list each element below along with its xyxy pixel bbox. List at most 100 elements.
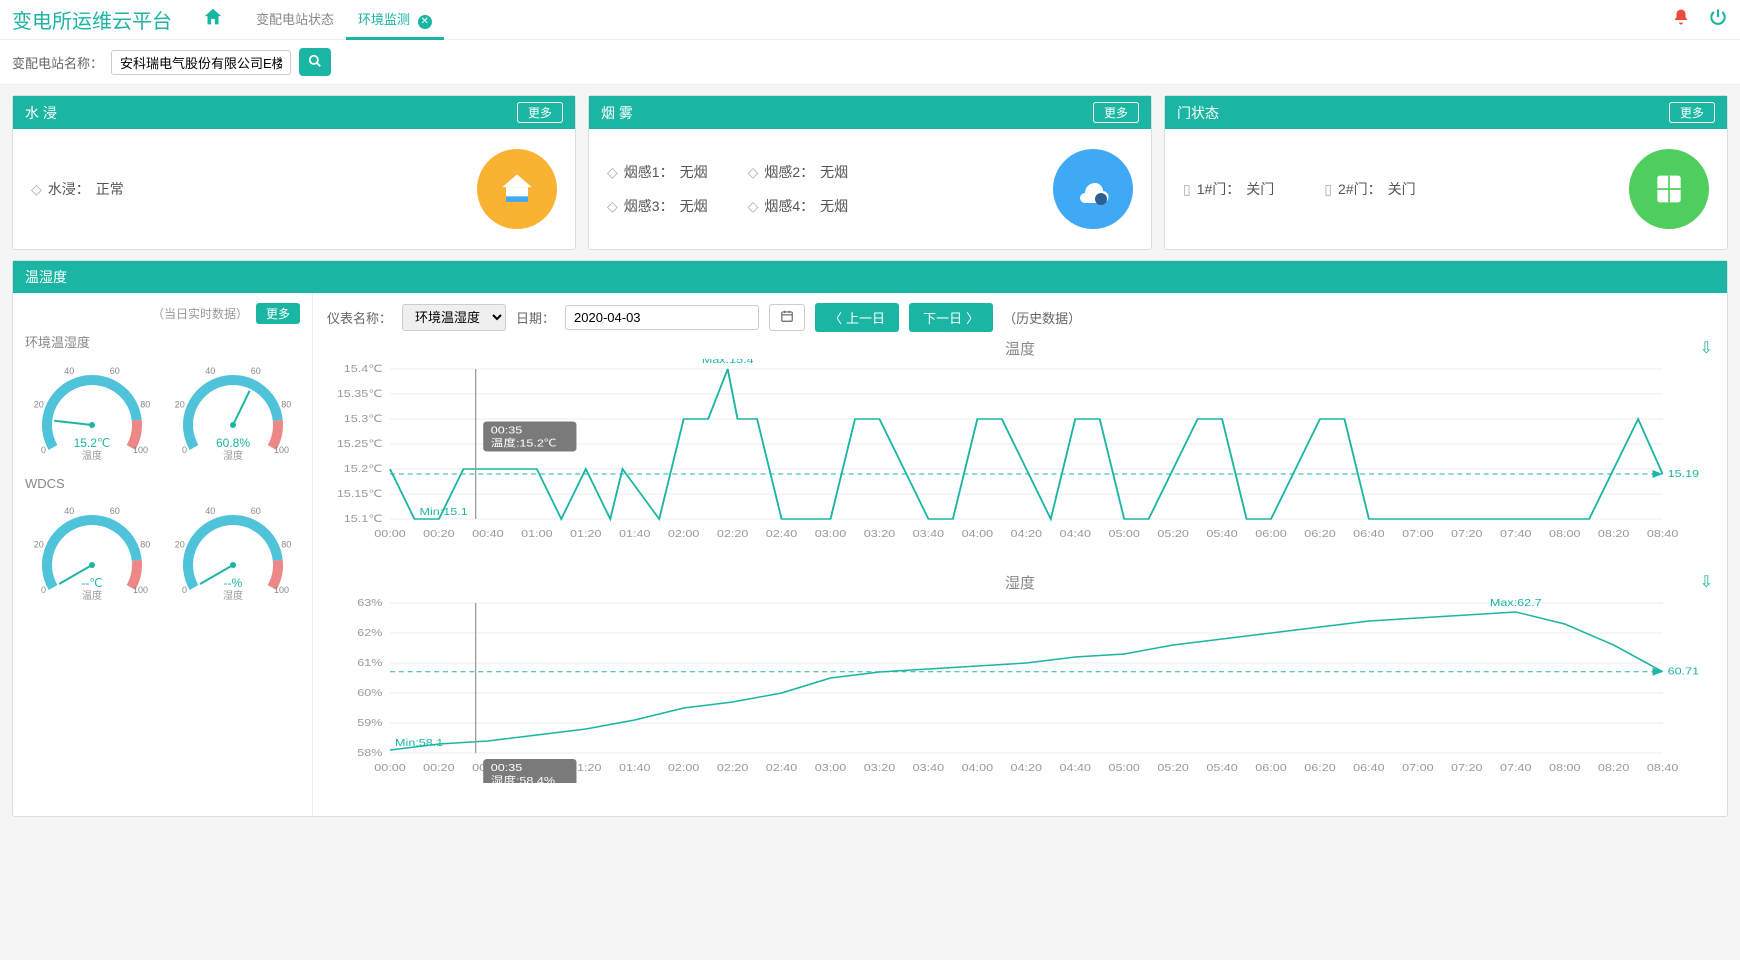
tab-env-monitor[interactable]: 环境监测 ✕ bbox=[346, 0, 444, 40]
svg-text:15.19: 15.19 bbox=[1668, 469, 1700, 480]
svg-text:01:00: 01:00 bbox=[521, 529, 553, 540]
card-door-header: 门状态 更多 bbox=[1165, 96, 1727, 129]
svg-text:--℃: --℃ bbox=[81, 576, 102, 590]
svg-text:59%: 59% bbox=[357, 718, 382, 729]
close-icon[interactable]: ✕ bbox=[418, 15, 432, 29]
humidity-chart-svg[interactable]: 58%59%60%61%62%63%00:0000:2000:4001:0001… bbox=[327, 593, 1713, 783]
svg-text:60.71: 60.71 bbox=[1668, 667, 1700, 678]
svg-text:100: 100 bbox=[274, 445, 289, 455]
top-bar: 变电所运维云平台 变配电站状态 环境监测 ✕ bbox=[0, 0, 1740, 40]
temperature-chart-title: 温度 bbox=[327, 338, 1713, 359]
chevron-right-icon: 〉 bbox=[966, 308, 979, 327]
svg-text:05:20: 05:20 bbox=[1157, 529, 1189, 540]
gauge-more-button[interactable]: 更多 bbox=[256, 303, 300, 324]
door-more-button[interactable]: 更多 bbox=[1669, 102, 1715, 123]
svg-text:15.3℃: 15.3℃ bbox=[344, 414, 383, 425]
svg-text:00:35: 00:35 bbox=[491, 426, 523, 437]
fire-icon: ◇ bbox=[748, 198, 759, 215]
water-more-button[interactable]: 更多 bbox=[517, 102, 563, 123]
smoke-item-2: ◇烟感2：无烟 bbox=[748, 162, 849, 182]
card-door-title: 门状态 bbox=[1177, 103, 1219, 123]
gauge-temperature: 020406080100 --℃ 温度 bbox=[25, 495, 159, 608]
bell-icon[interactable] bbox=[1672, 7, 1690, 33]
realtime-hint: （当日实时数据） bbox=[152, 305, 248, 322]
svg-text:20: 20 bbox=[33, 400, 43, 410]
svg-text:60: 60 bbox=[110, 366, 120, 376]
app-title: 变电所运维云平台 bbox=[12, 5, 172, 34]
date-input[interactable] bbox=[565, 305, 759, 330]
svg-text:04:20: 04:20 bbox=[1011, 529, 1043, 540]
humidity-chart: 湿度 ⇩ 58%59%60%61%62%63%00:0000:2000:4001… bbox=[327, 572, 1713, 786]
svg-text:60: 60 bbox=[110, 506, 120, 516]
card-water-header: 水 浸 更多 bbox=[13, 96, 575, 129]
svg-text:04:40: 04:40 bbox=[1059, 529, 1091, 540]
svg-text:06:20: 06:20 bbox=[1304, 763, 1336, 774]
temperature-chart: 温度 ⇩ 15.1℃15.15℃15.2℃15.25℃15.3℃15.35℃15… bbox=[327, 338, 1713, 552]
panel-temp-humid: 温湿度 （当日实时数据） 更多 环境温湿度 020406080100 15.2℃… bbox=[12, 260, 1728, 817]
svg-text:08:40: 08:40 bbox=[1647, 529, 1679, 540]
svg-text:06:00: 06:00 bbox=[1255, 529, 1287, 540]
svg-text:00:00: 00:00 bbox=[374, 529, 406, 540]
svg-text:00:20: 00:20 bbox=[423, 529, 455, 540]
svg-text:温度: 温度 bbox=[82, 589, 102, 602]
card-water-title: 水 浸 bbox=[25, 103, 57, 123]
svg-text:08:20: 08:20 bbox=[1598, 529, 1630, 540]
calendar-icon bbox=[780, 309, 794, 323]
svg-text:05:40: 05:40 bbox=[1206, 763, 1238, 774]
smoke-more-button[interactable]: 更多 bbox=[1093, 102, 1139, 123]
download-icon[interactable]: ⇩ bbox=[1700, 572, 1713, 592]
meter-select[interactable]: 环境温湿度 bbox=[402, 304, 506, 331]
gauge-column: （当日实时数据） 更多 环境温湿度 020406080100 15.2℃ 温度 … bbox=[13, 293, 313, 816]
door-big-icon bbox=[1629, 149, 1709, 229]
card-smoke-header: 烟 雾 更多 bbox=[589, 96, 1151, 129]
svg-text:03:20: 03:20 bbox=[864, 763, 896, 774]
svg-text:07:20: 07:20 bbox=[1451, 763, 1483, 774]
prev-day-button[interactable]: 〈上一日 bbox=[815, 303, 899, 332]
svg-text:15.15℃: 15.15℃ bbox=[337, 489, 383, 500]
svg-text:Max:15.4: Max:15.4 bbox=[702, 359, 754, 366]
svg-text:03:40: 03:40 bbox=[913, 763, 945, 774]
svg-text:0: 0 bbox=[182, 585, 187, 595]
svg-text:100: 100 bbox=[133, 585, 148, 595]
svg-text:15.35℃: 15.35℃ bbox=[337, 389, 383, 400]
svg-text:02:00: 02:00 bbox=[668, 763, 700, 774]
svg-text:80: 80 bbox=[282, 540, 292, 550]
svg-text:Min:15.1: Min:15.1 bbox=[420, 507, 468, 518]
gauge-humidity: 020406080100 --% 湿度 bbox=[167, 495, 301, 608]
search-button[interactable] bbox=[299, 48, 331, 76]
search-icon bbox=[308, 54, 322, 68]
water-status-item: ◇ 水浸： 正常 bbox=[31, 179, 124, 199]
svg-text:08:40: 08:40 bbox=[1647, 763, 1679, 774]
card-smoke: 烟 雾 更多 ◇烟感1：无烟 ◇烟感2：无烟 ◇烟感3：无烟 ◇烟感4：无烟 bbox=[588, 95, 1152, 250]
water-label: 水浸： bbox=[48, 179, 90, 199]
tab-station-status[interactable]: 变配电站状态 bbox=[244, 0, 346, 40]
home-icon[interactable] bbox=[202, 6, 224, 34]
svg-text:60.8%: 60.8% bbox=[216, 436, 250, 450]
svg-text:20: 20 bbox=[33, 540, 43, 550]
svg-text:15.2℃: 15.2℃ bbox=[73, 436, 110, 450]
chevron-left-icon: 〈 bbox=[829, 308, 842, 327]
gauge-humidity: 020406080100 60.8% 湿度 bbox=[167, 355, 301, 468]
svg-text:02:00: 02:00 bbox=[668, 529, 700, 540]
svg-text:80: 80 bbox=[140, 540, 150, 550]
svg-text:04:00: 04:00 bbox=[962, 529, 994, 540]
calendar-button[interactable] bbox=[769, 304, 805, 331]
svg-text:06:20: 06:20 bbox=[1304, 529, 1336, 540]
temperature-chart-svg[interactable]: 15.1℃15.15℃15.2℃15.25℃15.3℃15.35℃15.4℃00… bbox=[327, 359, 1713, 549]
fire-icon: ◇ bbox=[748, 164, 759, 181]
svg-text:07:40: 07:40 bbox=[1500, 763, 1532, 774]
svg-text:02:20: 02:20 bbox=[717, 529, 749, 540]
svg-text:湿度: 湿度 bbox=[223, 449, 243, 462]
next-day-button[interactable]: 下一日〉 bbox=[909, 303, 993, 332]
download-icon[interactable]: ⇩ bbox=[1700, 338, 1713, 358]
gauge-group-title: 环境温湿度 bbox=[25, 332, 300, 351]
temp-humid-header: 温湿度 bbox=[13, 261, 1727, 293]
svg-text:06:40: 06:40 bbox=[1353, 529, 1385, 540]
power-icon[interactable] bbox=[1708, 7, 1728, 33]
smoke-item-1: ◇烟感1：无烟 bbox=[607, 162, 708, 182]
svg-text:15.4℃: 15.4℃ bbox=[344, 364, 383, 375]
svg-text:Max:62.7: Max:62.7 bbox=[1490, 598, 1542, 609]
status-cards-row: 水 浸 更多 ◇ 水浸： 正常 烟 雾 更多 ◇烟感1：无烟 ◇烟感2：无烟 ◇… bbox=[0, 85, 1740, 260]
station-name-input[interactable] bbox=[111, 50, 291, 75]
search-row: 变配电站名称： bbox=[0, 40, 1740, 85]
